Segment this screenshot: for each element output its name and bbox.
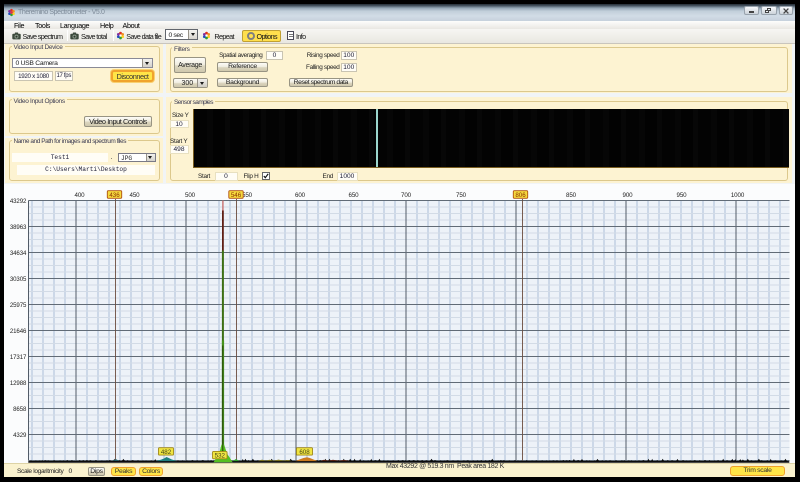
svg-text:750: 750 — [456, 191, 467, 198]
svg-text:608: 608 — [299, 448, 310, 455]
svg-text:400: 400 — [74, 191, 85, 198]
svg-text:1000: 1000 — [731, 191, 745, 198]
svg-text:850: 850 — [566, 191, 577, 198]
svg-text:30305: 30305 — [10, 275, 27, 282]
svg-text:600: 600 — [295, 191, 306, 198]
svg-text:25975: 25975 — [10, 301, 27, 308]
svg-text:700: 700 — [401, 191, 412, 198]
svg-text:532: 532 — [215, 452, 226, 459]
svg-text:650: 650 — [348, 191, 359, 198]
svg-text:34634: 34634 — [10, 249, 27, 256]
svg-text:950: 950 — [676, 191, 687, 198]
svg-text:546: 546 — [231, 191, 242, 198]
svg-text:900: 900 — [622, 191, 633, 198]
svg-text:482: 482 — [161, 448, 172, 455]
svg-text:806: 806 — [515, 191, 526, 198]
svg-text:43292: 43292 — [10, 197, 27, 204]
svg-text:4329: 4329 — [13, 431, 27, 438]
svg-text:450: 450 — [129, 191, 140, 198]
svg-text:12988: 12988 — [10, 379, 27, 386]
svg-text:500: 500 — [185, 191, 196, 198]
svg-text:38963: 38963 — [10, 223, 27, 230]
svg-text:21646: 21646 — [10, 327, 27, 334]
svg-text:436: 436 — [109, 191, 120, 198]
svg-text:17317: 17317 — [10, 353, 27, 360]
svg-text:8658: 8658 — [13, 405, 27, 412]
